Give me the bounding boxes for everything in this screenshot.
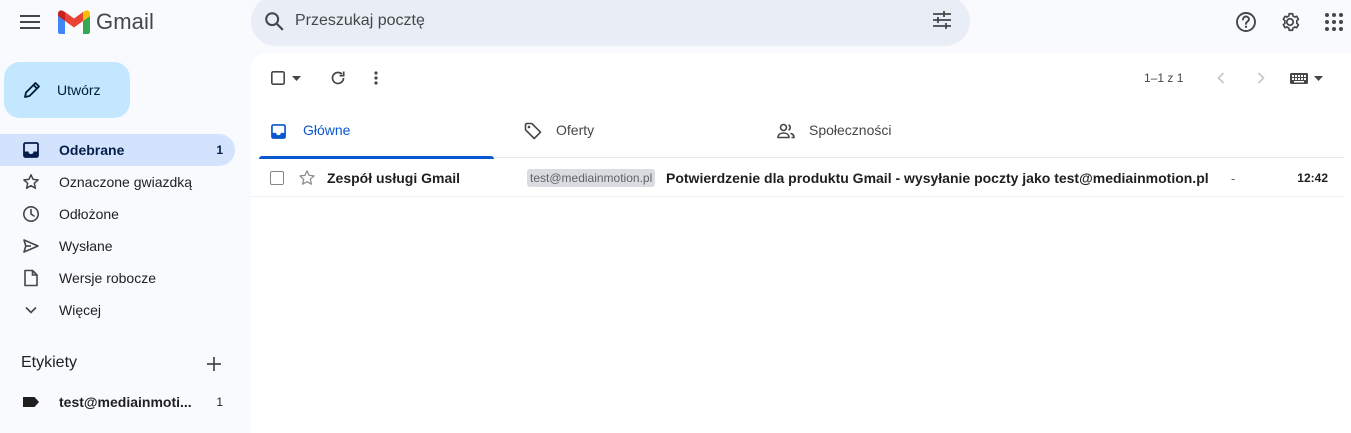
labels-title: Etykiety — [21, 354, 78, 371]
input-tools-button[interactable] — [1289, 68, 1323, 88]
caret-down-icon — [1313, 75, 1323, 81]
category-tabs: Główne Oferty Społeczności — [259, 107, 1344, 159]
message-subject: Potwierdzenie dla produktu Gmail - wysył… — [666, 170, 1209, 186]
search-bar — [251, 0, 970, 46]
newer-page-button[interactable] — [1213, 68, 1229, 88]
gmail-m-icon — [58, 10, 90, 34]
search-input[interactable] — [295, 6, 915, 36]
message-label-badge[interactable]: test@mediainmotion.pl — [527, 169, 656, 187]
google-apps-button[interactable] — [1322, 10, 1346, 34]
caret-down-icon — [292, 75, 301, 81]
select-all-checkbox[interactable] — [270, 68, 302, 88]
sidebar-item-label: Odebrane — [59, 142, 125, 158]
tab-primary[interactable]: Główne — [259, 107, 494, 159]
tab-social[interactable]: Społeczności — [765, 107, 1000, 158]
tab-label: Główne — [303, 122, 351, 138]
compose-button[interactable]: Utwórz — [4, 62, 130, 118]
sidebar-label-item[interactable]: test@mediainmoti... 1 — [0, 386, 235, 418]
tag-icon — [524, 122, 542, 140]
sidebar-item-snoozed[interactable]: Odłożone — [0, 198, 235, 230]
refresh-button[interactable] — [328, 68, 348, 88]
pagination-info: 1–1 z 1 — [1144, 71, 1184, 85]
keyboard-icon — [1289, 72, 1308, 84]
clock-icon — [22, 205, 40, 223]
tab-label: Oferty — [556, 122, 595, 138]
chevron-right-icon — [1257, 72, 1265, 84]
plus-icon — [207, 357, 221, 371]
star-icon[interactable] — [298, 169, 316, 187]
support-button[interactable] — [1234, 10, 1258, 34]
inbox-icon — [22, 141, 40, 159]
more-options-button[interactable] — [368, 68, 384, 88]
people-icon — [777, 123, 795, 139]
sidebar-item-label: Wersje robocze — [59, 270, 157, 286]
gmail-logo[interactable]: Gmail — [58, 8, 154, 36]
sidebar-item-label: Wysłane — [59, 238, 113, 254]
search-icon[interactable] — [263, 10, 285, 32]
unread-count: 1 — [216, 395, 223, 409]
search-options-icon[interactable] — [932, 10, 952, 30]
sidebar-item-more[interactable]: Więcej — [0, 294, 235, 326]
row-checkbox[interactable] — [270, 171, 284, 185]
sidebar-item-label: Oznaczone gwiazdką — [59, 174, 193, 190]
unread-count: 1 — [216, 143, 223, 157]
draft-file-icon — [22, 269, 40, 287]
checkbox-icon — [271, 71, 285, 85]
settings-button[interactable] — [1278, 10, 1302, 34]
help-icon — [1236, 12, 1256, 32]
star-icon — [22, 173, 40, 191]
main-menu-button[interactable] — [14, 6, 46, 38]
top-bar: Gmail — [0, 0, 1351, 46]
compose-label: Utwórz — [57, 82, 101, 98]
apps-grid-icon — [1325, 13, 1343, 31]
table-row[interactable]: Zespół usługi Gmail test@mediainmotion.p… — [251, 159, 1344, 197]
sidebar-item-sent[interactable]: Wysłane — [0, 230, 235, 262]
app-name: Gmail — [96, 9, 154, 34]
inbox-icon — [271, 124, 286, 139]
add-label-button[interactable] — [203, 353, 225, 375]
message-snippet: - — [1231, 171, 1236, 186]
message-sender: Zespół usługi Gmail — [327, 170, 461, 186]
refresh-icon — [331, 71, 345, 85]
sidebar-item-label: Odłożone — [59, 206, 119, 222]
sidebar-label-name: test@mediainmoti... — [59, 394, 192, 410]
sidebar-item-drafts[interactable]: Wersje robocze — [0, 262, 235, 294]
tab-promotions[interactable]: Oferty — [512, 107, 747, 158]
gear-icon — [1282, 12, 1300, 32]
more-vertical-icon — [374, 71, 378, 85]
send-icon — [22, 237, 40, 255]
sidebar-item-starred[interactable]: Oznaczone gwiazdką — [0, 166, 235, 198]
chevron-left-icon — [1217, 72, 1225, 84]
sidebar-item-inbox[interactable]: Odebrane 1 — [0, 134, 235, 166]
pencil-icon — [24, 82, 40, 98]
message-list-panel: 1–1 z 1 Główne Oferty Społeczności Zespó… — [251, 53, 1351, 433]
sidebar-item-label: Więcej — [59, 302, 102, 318]
message-time: 12:42 — [1297, 171, 1328, 185]
older-page-button[interactable] — [1253, 68, 1269, 88]
hamburger-menu-icon — [20, 15, 40, 29]
sidebar-nav: Odebrane 1 Oznaczone gwiazdką Odłożone W… — [0, 134, 240, 326]
labels-section-header: Etykiety — [21, 352, 231, 376]
label-tag-icon — [22, 393, 40, 411]
chevron-down-icon — [22, 301, 40, 319]
tab-label: Społeczności — [809, 122, 892, 138]
